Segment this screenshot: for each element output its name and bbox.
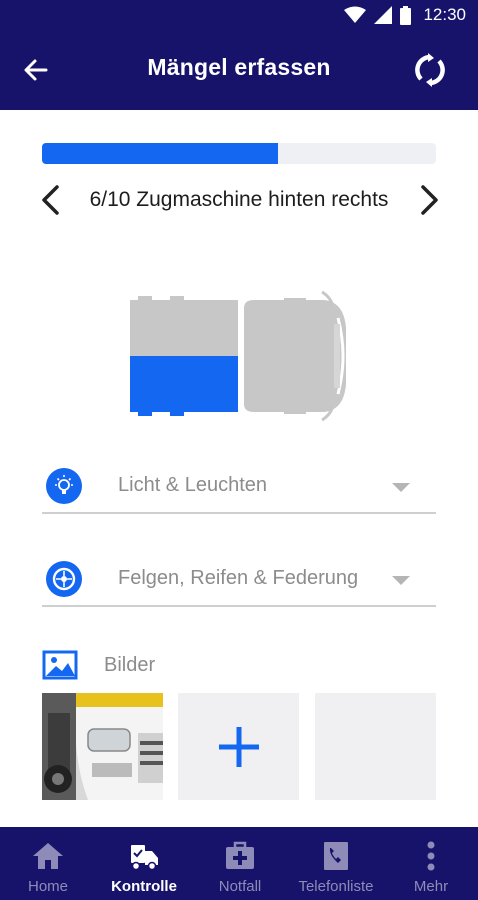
caret-down-icon [392, 576, 410, 585]
truck-photo [42, 693, 163, 800]
progress-bar [42, 143, 436, 164]
sync-icon[interactable] [412, 52, 448, 88]
truck-check-icon [131, 845, 158, 871]
status-icons: 12:30 [344, 5, 466, 25]
divider [42, 605, 436, 607]
add-image-button[interactable] [178, 693, 299, 800]
battery-icon [400, 5, 412, 25]
bottom-navigation: Home Kontrolle Notfall Telefonliste Mehr [0, 827, 478, 900]
images-label: Bilder [104, 654, 156, 676]
nav-item-mehr[interactable]: Mehr [384, 827, 478, 900]
status-bar: 12:30 [0, 0, 478, 32]
category-label: Felgen, Reifen & Federung [118, 567, 359, 589]
status-time: 12:30 [423, 5, 466, 24]
image-placeholder [315, 693, 436, 800]
image-thumbnail[interactable] [42, 693, 163, 800]
wheel-icon [46, 561, 82, 597]
nav-label: Kontrolle [111, 878, 177, 895]
progress-fill [42, 143, 279, 164]
divider [42, 512, 436, 514]
nav-item-notfall[interactable]: Notfall [192, 827, 288, 900]
step-title: 6/10 Zugmaschine hinten rechts [89, 188, 389, 211]
nav-item-kontrolle[interactable]: Kontrolle [96, 827, 192, 900]
category-dropdown-light[interactable]: Licht & Leuchten [42, 458, 436, 514]
app-bar: Mängel erfassen [0, 32, 478, 110]
signal-icon [374, 6, 393, 24]
category-dropdown-wheels[interactable]: Felgen, Reifen & Federung [42, 551, 436, 607]
plus-icon [218, 726, 259, 767]
image-icon [42, 650, 78, 680]
lightbulb-icon [46, 468, 82, 504]
truck-zone-highlight [130, 356, 238, 412]
nav-label: Telefonliste [298, 878, 374, 895]
chevron-right-icon[interactable] [418, 183, 442, 217]
chevron-left-icon[interactable] [38, 183, 62, 217]
nav-label: Notfall [218, 878, 262, 895]
nav-item-telefonliste[interactable]: Telefonliste [288, 827, 384, 900]
wifi-icon [344, 6, 367, 23]
nav-label: Home [27, 878, 68, 895]
more-vertical-icon [427, 841, 435, 871]
page-title: Mängel erfassen [147, 54, 331, 80]
first-aid-icon [226, 841, 254, 869]
nav-label: Mehr [413, 878, 449, 895]
nav-item-home[interactable]: Home [0, 827, 96, 900]
caret-down-icon [392, 483, 410, 492]
home-icon [33, 843, 63, 869]
category-label: Licht & Leuchten [118, 474, 267, 496]
truck-diagram [130, 290, 346, 422]
phone-book-icon [324, 842, 348, 870]
